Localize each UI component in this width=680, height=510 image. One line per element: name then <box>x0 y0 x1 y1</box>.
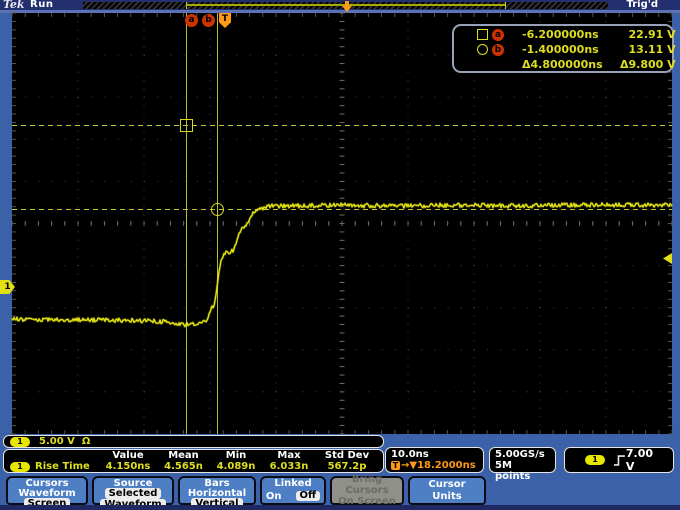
measurement-row: 1 Rise Time 4.150ns 4.565n 4.089n 6.033n… <box>6 461 381 472</box>
menu-source-button[interactable]: Source Selected Waveform <box>92 476 174 505</box>
cursor-a-badge[interactable]: a <box>185 14 198 27</box>
menu-linked-title: Linked <box>274 478 311 488</box>
cursor-delta-time: Δ4.800000ns <box>512 58 620 71</box>
menu-bars-option-horizontal: Horizontal <box>188 488 246 498</box>
meas-header-min: Min <box>211 450 261 461</box>
measurement-max: 6.033n <box>261 461 317 472</box>
trigger-level: 7.00 V <box>626 447 665 473</box>
channel-1-readout[interactable]: 1 5.00 V Ω <box>3 435 384 448</box>
menu-bring-line1: Bring <box>352 474 382 484</box>
measurement-channel-badge: 1 <box>10 462 30 472</box>
menu-source-selected-line1: Selected <box>105 488 162 499</box>
horizontal-readout[interactable]: 10.0ns T → ▼ 18.2000ns <box>385 447 484 473</box>
menu-cursors-option-waveform: Waveform <box>18 488 75 498</box>
channel-1-badge: 1 <box>10 437 30 447</box>
measurement-header-row: Value Mean Min Max Std Dev <box>6 450 381 461</box>
menu-linked-on: On <box>266 492 282 501</box>
horizontal-delay: T → ▼ 18.2000ns <box>391 460 478 471</box>
measurement-stddev: 567.2p <box>317 461 377 472</box>
delay-value: 18.2000ns <box>417 460 476 471</box>
meas-header-mean: Mean <box>156 450 211 461</box>
bottom-menu-bar: Cursors Waveform Screen Source Selected … <box>0 474 680 505</box>
sample-rate: 5.00GS/s <box>495 449 550 460</box>
graticule-canvas <box>0 0 680 510</box>
menu-linked-off-selected: Off <box>296 491 321 501</box>
menu-source-title: Source <box>114 478 153 488</box>
cursor-delta-value: Δ9.800 V <box>620 58 676 71</box>
menu-linked-options: On Off <box>266 491 320 502</box>
cursor-a-label: a <box>492 29 504 41</box>
measurement-mean: 4.565n <box>156 461 211 472</box>
cursor-a-square-icon <box>477 29 488 40</box>
cursor-b-value: 13.11 V <box>620 43 676 56</box>
bottom-frame <box>0 505 680 510</box>
meas-header-stddev: Std Dev <box>317 450 377 461</box>
measurement-name: Rise Time <box>35 461 90 472</box>
meas-header-max: Max <box>261 450 317 461</box>
measurement-source: 1 Rise Time <box>6 461 100 472</box>
cursor-b-badge[interactable]: b <box>202 14 215 27</box>
channel-1-coupling: Ω <box>82 436 91 447</box>
trigger-source-badge: 1 <box>585 455 605 465</box>
delay-ref-icon: ▼ <box>409 460 417 471</box>
menu-linked-button[interactable]: Linked On Off <box>260 476 326 505</box>
cursor-b-time: -1.400000ns <box>512 43 620 56</box>
delay-arrow-icon: → <box>401 460 409 471</box>
channel-1-scale: 5.00 V <box>39 436 75 447</box>
measurement-min: 4.089n <box>211 461 261 472</box>
rising-edge-icon <box>613 454 626 467</box>
meas-header-value: Value <box>100 450 156 461</box>
trigger-t-icon: T <box>391 461 400 470</box>
menu-bars-title: Bars <box>204 478 229 488</box>
measurement-readout-box: Value Mean Min Max Std Dev 1 Rise Time 4… <box>3 449 384 473</box>
cursor-b-label: b <box>492 44 504 56</box>
menu-units-line2: Units <box>432 491 461 501</box>
acquisition-readout[interactable]: 5.00GS/s 5M points <box>489 447 556 473</box>
menu-bring-cursors-button[interactable]: Bring Cursors On Screen <box>330 476 404 505</box>
cursor-a-time: -6.200000ns <box>512 28 620 41</box>
horizontal-scale: 10.0ns <box>391 449 478 460</box>
cursor-b-circle-icon <box>477 44 488 55</box>
oscilloscope-screen: Tek Run Trig'd a b T 1 a -6.200000ns 22.… <box>0 0 680 510</box>
menu-cursors-button[interactable]: Cursors Waveform Screen <box>6 476 88 505</box>
cursor-a-value: 22.91 V <box>620 28 676 41</box>
measurement-value: 4.150ns <box>100 461 156 472</box>
menu-bring-line2: Cursors <box>345 485 388 495</box>
menu-units-line1: Cursor <box>428 479 465 489</box>
menu-bars-button[interactable]: Bars Horizontal Vertical <box>178 476 256 505</box>
menu-cursors-title: Cursors <box>25 478 68 488</box>
cursor-readout-box: a -6.200000ns 22.91 V b -1.400000ns 13.1… <box>452 24 674 73</box>
trigger-readout[interactable]: 1 7.00 V <box>564 447 674 473</box>
menu-cursor-units-button[interactable]: Cursor Units <box>408 476 486 505</box>
